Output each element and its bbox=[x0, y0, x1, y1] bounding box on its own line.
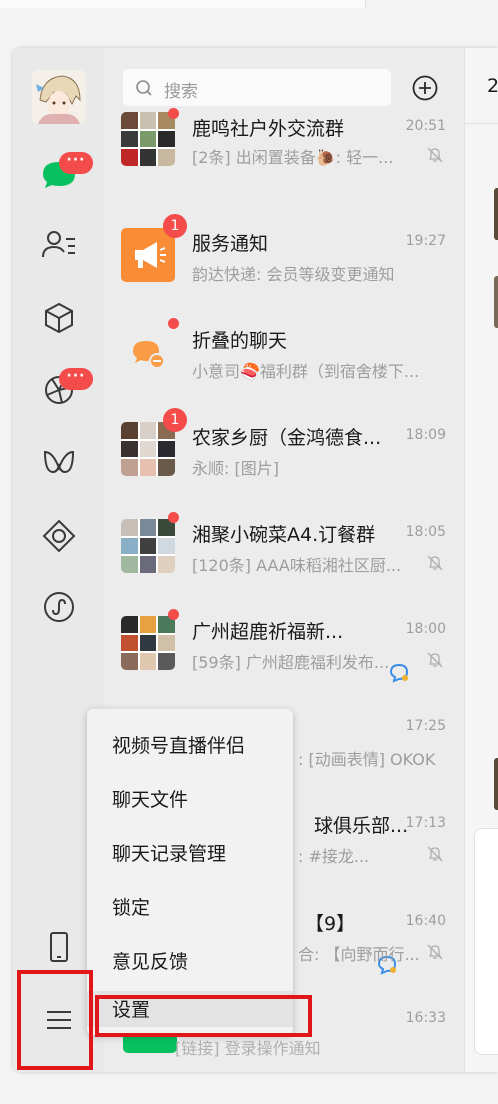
chat-time: 17:25 bbox=[405, 718, 446, 734]
window-top-strip bbox=[0, 0, 498, 48]
message-avatar bbox=[494, 188, 498, 240]
menu-item-feedback[interactable]: 意见反馈 bbox=[87, 935, 293, 985]
menu-item-lock[interactable]: 锁定 bbox=[87, 881, 293, 931]
unread-dot bbox=[168, 108, 179, 119]
chat-time: 18:00 bbox=[405, 621, 446, 637]
chat-time: 18:09 bbox=[405, 427, 446, 443]
more-menu: 视频号直播伴侣 聊天文件 聊天记录管理 锁定 意见反馈 设置 bbox=[87, 709, 293, 1035]
menu-item-channels-live-assistant[interactable]: 视频号直播伴侣 bbox=[87, 719, 293, 769]
folded-chat-avatar bbox=[121, 325, 175, 379]
add-chat-button[interactable] bbox=[411, 74, 439, 102]
unread-count-badge: 1 bbox=[163, 408, 187, 432]
chat-preview: 永顺: [图片] bbox=[192, 459, 279, 478]
mute-icon bbox=[427, 555, 443, 571]
search-input[interactable]: 搜索 bbox=[123, 69, 391, 106]
chat-time: 17:13 bbox=[405, 815, 446, 831]
chat-preview: [120条] AAA味稻湘社区厨... bbox=[192, 556, 402, 575]
folded-chat-icon bbox=[133, 341, 165, 369]
header-divider bbox=[465, 123, 498, 124]
chat-time: 16:40 bbox=[405, 913, 446, 929]
wechat-window: ··· ··· 搜索 鹿鸣社户外交流群 20:51 [2条] 出闲置装备🐌: 轻… bbox=[13, 48, 498, 1072]
mute-icon bbox=[427, 846, 443, 862]
menu-button-highlight-box bbox=[17, 970, 93, 1070]
megaphone-icon bbox=[135, 242, 166, 268]
chat-time: 20:51 bbox=[405, 118, 446, 134]
moments-unread-badge: ··· bbox=[59, 368, 93, 390]
menu-item-chat-files[interactable]: 聊天文件 bbox=[87, 773, 293, 823]
chat-title-partial: 2 bbox=[487, 75, 498, 97]
chat-row-4[interactable]: 湘聚小碗菜A4.订餐群 18:05 [120条] AAA味稻湘社区厨... bbox=[105, 492, 464, 590]
unread-dot bbox=[168, 512, 179, 523]
chat-row-5[interactable]: 广州超鹿祈福新... 18:00 [59条] 广州超鹿福利发布... bbox=[105, 589, 464, 687]
mute-icon bbox=[427, 147, 443, 163]
chat-name: 球俱乐部... bbox=[314, 815, 409, 837]
unread-dot bbox=[168, 318, 179, 329]
settings-highlight-box bbox=[95, 995, 312, 1037]
channels-icon[interactable] bbox=[39, 442, 79, 482]
unread-dot bbox=[168, 609, 179, 620]
chat-preview: 合: 【向野而行... bbox=[298, 945, 418, 964]
chat-name: 广州超鹿祈福新... bbox=[192, 621, 344, 643]
search-icon bbox=[136, 80, 152, 96]
chat-time: 19:27 bbox=[405, 233, 446, 249]
phone-icon[interactable] bbox=[39, 928, 79, 968]
group-avatar bbox=[121, 112, 175, 166]
chat-preview: [链接] 登录操作通知 bbox=[175, 1039, 321, 1058]
mute-icon bbox=[427, 944, 443, 960]
chat-preview: : #接龙... bbox=[298, 847, 370, 866]
input-box[interactable] bbox=[474, 828, 498, 1055]
chat-preview: : [动画表情] OKOK bbox=[298, 750, 436, 769]
chat-name: 鹿鸣社户外交流群 bbox=[192, 118, 345, 140]
chat-preview: [59条] 广州超鹿福利发布... bbox=[192, 653, 390, 672]
search-placeholder: 搜索 bbox=[164, 82, 198, 102]
chat-name: 服务通知 bbox=[192, 233, 269, 255]
chat-row-2[interactable]: 折叠的聊天 小意司🍣福利群（到宿舍楼下... bbox=[105, 298, 464, 396]
message-avatar bbox=[494, 276, 498, 328]
mute-icon bbox=[427, 652, 443, 668]
chat-unread-badge: ··· bbox=[59, 152, 93, 174]
group-avatar bbox=[121, 616, 175, 670]
chat-preview: 小意司🍣福利群（到宿舍楼下... bbox=[192, 362, 420, 381]
user-avatar[interactable] bbox=[32, 70, 86, 124]
plus-icon bbox=[412, 75, 438, 101]
background-window bbox=[0, 0, 366, 8]
chat-name: 【9】 bbox=[305, 913, 356, 935]
chat-name: 湘聚小碗菜A4.订餐群 bbox=[192, 524, 376, 546]
chat-row-0[interactable]: 鹿鸣社户外交流群 20:51 [2条] 出闲置装备🐌: 轻一... bbox=[105, 108, 464, 206]
chat-preview: [2条] 出闲置装备🐌: 轻一... bbox=[192, 148, 394, 167]
chat-name: 折叠的聊天 bbox=[192, 330, 288, 352]
chat-time: 16:33 bbox=[405, 1010, 446, 1026]
chat-name: 农家乡厨（金鸿德食... bbox=[192, 427, 382, 449]
unread-count-badge: 1 bbox=[163, 214, 187, 238]
chat-preview: 韵达快递: 会员等级变更通知 bbox=[192, 265, 395, 284]
message-avatar bbox=[494, 758, 498, 810]
chat-row-3[interactable]: 1 农家乡厨（金鸿德食... 18:09 永顺: [图片] bbox=[105, 395, 464, 493]
chat-time: 18:05 bbox=[405, 524, 446, 540]
collections-icon[interactable] bbox=[39, 298, 79, 338]
mini-programs-icon[interactable] bbox=[39, 587, 79, 627]
contacts-icon[interactable] bbox=[39, 225, 79, 265]
menu-item-chat-history-manager[interactable]: 聊天记录管理 bbox=[87, 827, 293, 877]
group-avatar bbox=[121, 519, 175, 573]
group-avatar bbox=[121, 422, 175, 476]
search-discover-icon[interactable] bbox=[39, 516, 79, 556]
service-notification-avatar bbox=[121, 228, 175, 282]
chat-row-1[interactable]: 1 服务通知 19:27 韵达快递: 会员等级变更通知 bbox=[105, 201, 464, 299]
